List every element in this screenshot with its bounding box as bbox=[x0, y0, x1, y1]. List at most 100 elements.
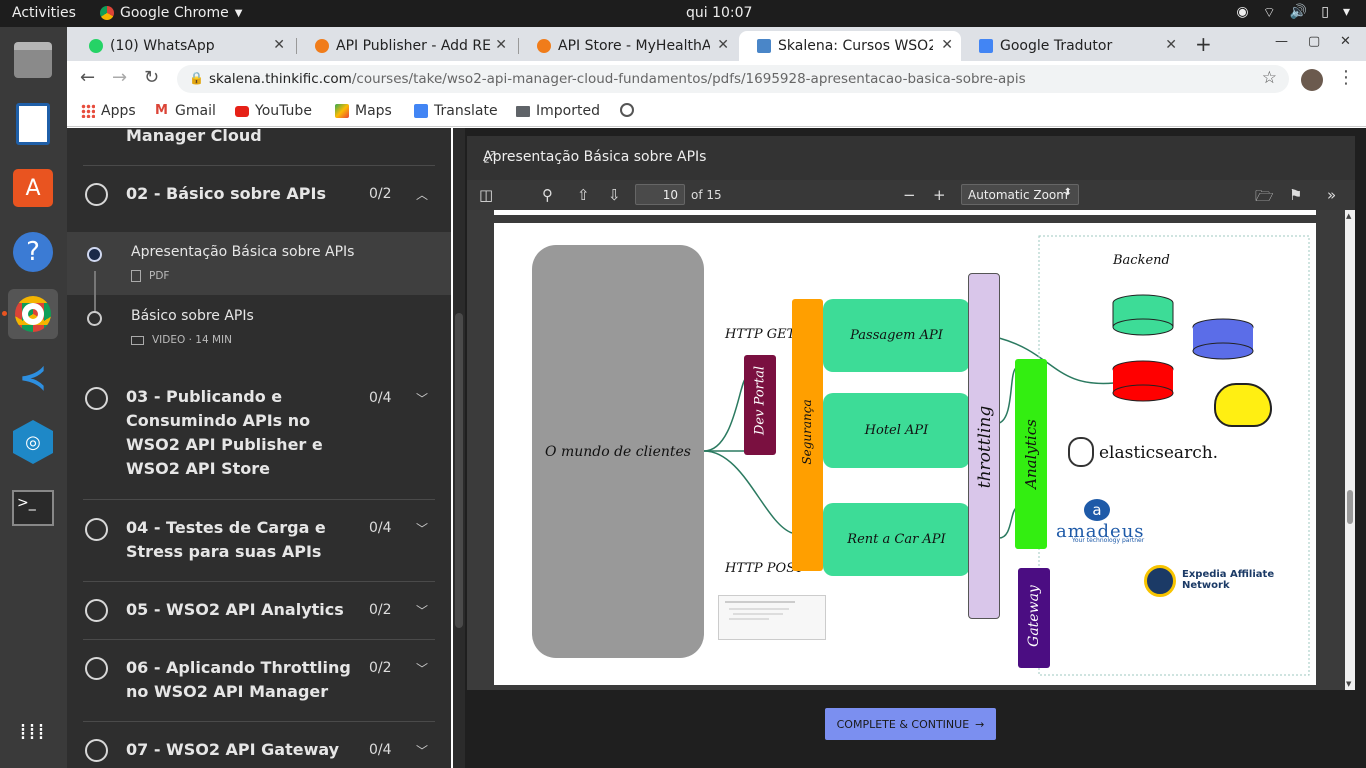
fullscreen-icon[interactable]: ⤢ bbox=[483, 147, 1341, 167]
tab-api-publisher[interactable]: API Publisher - Add RES ✕ bbox=[297, 31, 515, 61]
sidebar-toggle-icon[interactable]: ◫ bbox=[479, 186, 493, 204]
section-04[interactable]: 04 - Testes de Carga e Stress para suas … bbox=[83, 500, 435, 582]
chevron-down-icon[interactable]: ﹀ bbox=[416, 660, 428, 677]
scroll-down-icon[interactable]: ▼ bbox=[1346, 680, 1351, 688]
open-file-icon[interactable]: 🗁 bbox=[1255, 186, 1274, 211]
software-center-icon[interactable]: A bbox=[8, 163, 58, 213]
section-06[interactable]: 06 - Aplicando Throttling no WSO2 API Ma… bbox=[83, 640, 435, 722]
maximize-button[interactable]: ▢ bbox=[1308, 34, 1320, 49]
terminal-icon[interactable]: >_ bbox=[8, 483, 58, 533]
menu-icon[interactable]: ⋮ bbox=[1337, 67, 1355, 88]
page-number-input[interactable]: 10 bbox=[635, 184, 685, 205]
pdf-viewport[interactable]: O mundo de clientes HTTP GET HTTP POST D… bbox=[467, 210, 1345, 690]
section-title: 07 - WSO2 API Gateway bbox=[126, 740, 340, 759]
reload-icon[interactable]: ↻ bbox=[144, 67, 159, 88]
gmail-icon: M bbox=[155, 103, 168, 118]
json-sample-thumbnail bbox=[718, 595, 826, 640]
section-05[interactable]: 05 - WSO2 API Analytics 0/2 ﹀ bbox=[83, 582, 435, 640]
scrollbar-thumb[interactable] bbox=[1347, 490, 1353, 524]
files-icon[interactable] bbox=[8, 35, 58, 85]
tab-google-tradutor[interactable]: Google Tradutor ✕ bbox=[961, 31, 1185, 61]
lesson-type: PDF bbox=[149, 270, 170, 282]
apps-grid-icon bbox=[81, 104, 95, 118]
chevron-down-icon[interactable]: ﹀ bbox=[416, 520, 428, 537]
lesson-status-dot bbox=[87, 247, 102, 262]
activities-button[interactable]: Activities bbox=[12, 5, 76, 21]
app-menu[interactable]: Google Chrome ▼ bbox=[100, 5, 242, 21]
back-arrow-icon[interactable]: ← bbox=[80, 67, 95, 88]
minimize-button[interactable]: — bbox=[1275, 34, 1288, 49]
close-icon[interactable]: ✕ bbox=[941, 37, 953, 53]
search-icon[interactable]: ⚲ bbox=[542, 186, 553, 204]
database-icons bbox=[1112, 294, 1254, 402]
sidebar-scrollbar[interactable] bbox=[453, 128, 465, 768]
section-title: 05 - WSO2 API Analytics bbox=[126, 600, 344, 619]
tab-skalena[interactable]: Skalena: Cursos WSO2 ✕ bbox=[739, 31, 961, 61]
scrollbar-thumb[interactable] bbox=[455, 313, 463, 628]
section-progress: 0/4 bbox=[369, 520, 392, 536]
cta-label: COMPLETE & CONTINUE bbox=[836, 717, 970, 731]
bookmark-icon[interactable]: ⚑ bbox=[1289, 186, 1302, 204]
chevron-up-icon[interactable]: ︿ bbox=[416, 186, 428, 203]
close-icon[interactable]: ✕ bbox=[717, 37, 729, 53]
close-icon[interactable]: ✕ bbox=[1165, 37, 1177, 53]
window-close-button[interactable]: ✕ bbox=[1340, 34, 1351, 49]
section-03[interactable]: 03 - Publicando e Consumindo APIs no WSO… bbox=[83, 368, 435, 500]
zoom-select[interactable]: Automatic Zoom ⬍ bbox=[961, 184, 1079, 205]
whatsapp-icon bbox=[89, 39, 103, 53]
lesson-item-active[interactable]: Apresentação Básica sobre APIs PDF bbox=[67, 232, 451, 295]
clock[interactable]: qui 10:07 bbox=[686, 5, 752, 21]
tab-api-store[interactable]: API Store - MyHealthAP ✕ bbox=[519, 31, 737, 61]
show-apps-icon[interactable]: ⁞⁞⁞ bbox=[8, 707, 58, 757]
tab-label: (10) WhatsApp bbox=[110, 38, 215, 54]
next-page-icon[interactable]: ⇩ bbox=[608, 186, 621, 204]
help-icon[interactable]: ? bbox=[8, 227, 58, 277]
maps-icon bbox=[335, 104, 349, 118]
security-app-icon[interactable]: ◎ bbox=[8, 417, 58, 467]
pdf-icon bbox=[131, 270, 141, 282]
bookmark-apps[interactable]: Apps bbox=[81, 103, 136, 119]
vscode-icon[interactable]: ≺ bbox=[8, 353, 58, 403]
bookmark-maps[interactable]: Maps bbox=[335, 103, 392, 119]
close-icon[interactable]: ✕ bbox=[273, 37, 285, 53]
throttling-label: throttling bbox=[975, 405, 995, 489]
chrome-dock-icon[interactable] bbox=[8, 289, 58, 339]
close-icon[interactable]: ✕ bbox=[495, 37, 507, 53]
new-tab-button[interactable]: + bbox=[1195, 32, 1212, 56]
tab-whatsapp[interactable]: (10) WhatsApp ✕ bbox=[71, 31, 293, 61]
previous-page-icon[interactable]: ⇧ bbox=[577, 186, 590, 204]
address-bar[interactable]: 🔒 skalena.thinkific.com /courses/take/ws… bbox=[177, 65, 1289, 93]
zoom-in-icon[interactable]: + bbox=[933, 186, 946, 204]
bookmark-imported[interactable]: Imported bbox=[516, 103, 600, 119]
zoom-value: Automatic Zoom bbox=[968, 188, 1068, 202]
profile-avatar[interactable] bbox=[1301, 69, 1323, 91]
dev-portal-box: Dev Portal bbox=[744, 355, 776, 455]
bookmark-globe[interactable] bbox=[620, 103, 634, 117]
section-progress: 0/2 bbox=[369, 660, 392, 676]
section-07[interactable]: 07 - WSO2 API Gateway 0/4 ﹀ bbox=[83, 722, 435, 768]
lesson-item[interactable]: Básico sobre APIs VIDEO · 14 MIN bbox=[67, 296, 451, 359]
chevron-down-icon[interactable]: ﹀ bbox=[416, 602, 428, 619]
bookmark-translate[interactable]: Translate bbox=[414, 103, 498, 119]
forward-arrow-icon[interactable]: → bbox=[112, 67, 127, 88]
zoom-out-icon[interactable]: − bbox=[903, 186, 916, 204]
elasticsearch-icon bbox=[1068, 437, 1094, 467]
tab-label: Google Tradutor bbox=[1000, 38, 1113, 54]
chevron-down-icon[interactable]: ﹀ bbox=[416, 390, 428, 407]
writer-icon[interactable] bbox=[8, 99, 58, 149]
running-indicator bbox=[2, 311, 7, 316]
scroll-up-icon[interactable]: ▲ bbox=[1346, 212, 1351, 220]
system-tray[interactable]: ◉ ⌔ 🔊 ▯ ▾ bbox=[1236, 4, 1350, 22]
section-02[interactable]: 02 - Básico sobre APIs 0/2 ︿ bbox=[83, 166, 435, 224]
section-title: 03 - Publicando e Consumindo APIs no WSO… bbox=[126, 387, 323, 478]
bookmark-gmail[interactable]: M Gmail bbox=[155, 103, 216, 119]
complete-continue-button[interactable]: COMPLETE & CONTINUE → bbox=[825, 708, 996, 740]
bookmark-youtube[interactable]: YouTube bbox=[235, 103, 312, 119]
chevron-down-icon[interactable]: ﹀ bbox=[416, 742, 428, 759]
api-label: Hotel API bbox=[864, 423, 929, 438]
pdf-scrollbar[interactable]: ▲ ▼ bbox=[1345, 210, 1355, 690]
amadeus-icon: a bbox=[1084, 499, 1110, 521]
bookmark-star-icon[interactable]: ☆ bbox=[1262, 68, 1277, 88]
tools-chevron-icon[interactable]: » bbox=[1327, 186, 1336, 204]
skalena-icon bbox=[757, 39, 771, 53]
